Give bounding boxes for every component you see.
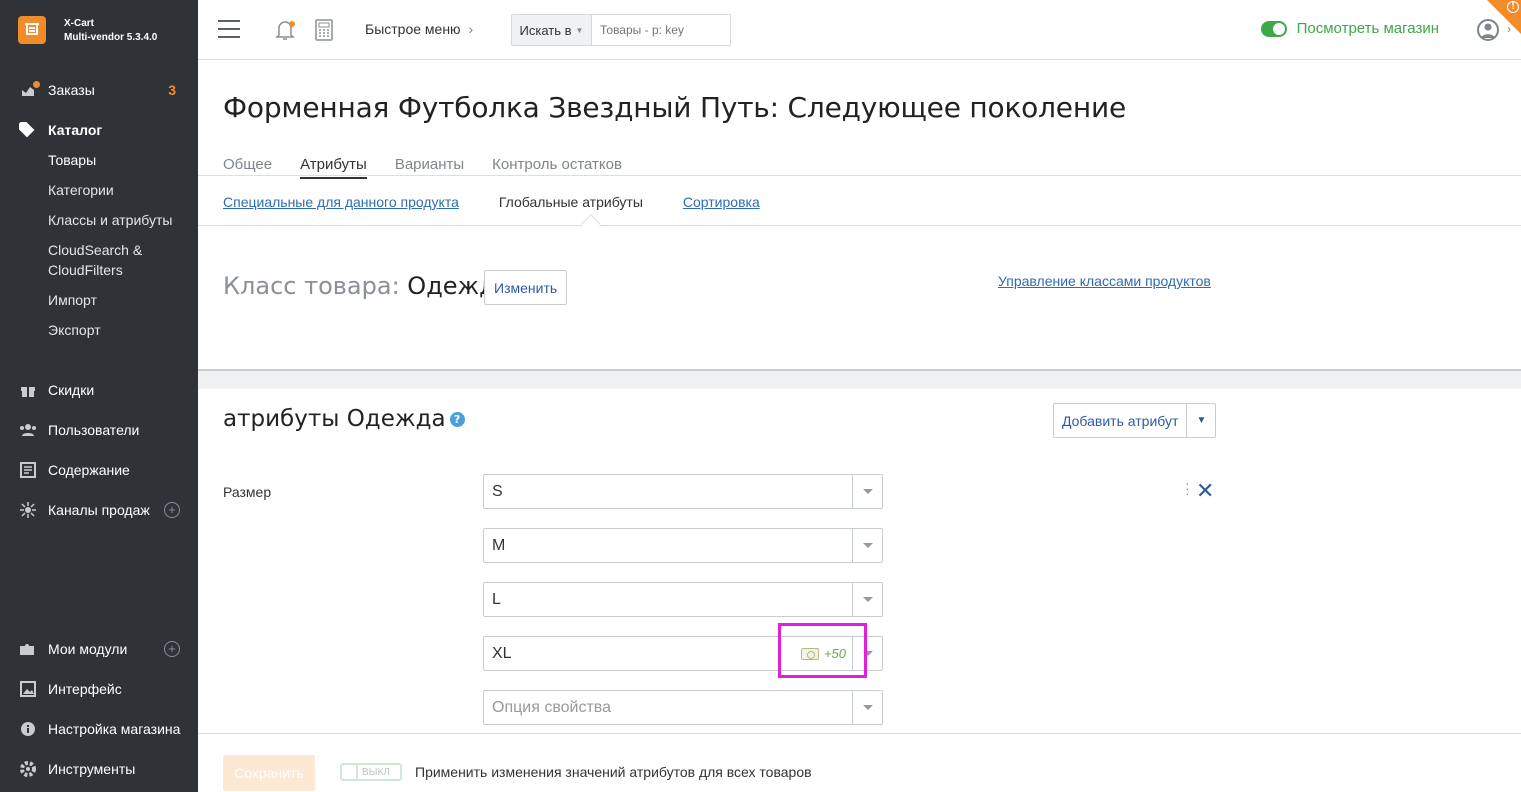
sidebar-item-label: Каталог (48, 122, 103, 138)
product-class-label: Класс товара: Одежда (223, 272, 511, 300)
sidebar-item-label: Настройка магазина (48, 721, 181, 737)
divider (198, 175, 1521, 176)
subtab-product-specific[interactable]: Специальные для данного продукта (223, 194, 459, 210)
change-class-button[interactable]: Изменить (484, 270, 568, 305)
main-content: Форменная Футболка Звездный Путь: Следую… (198, 61, 1521, 792)
apply-all-label: Применить изменения значений атрибутов д… (415, 764, 812, 780)
alert-icon[interactable]: ! (1507, 1, 1519, 13)
help-icon[interactable]: ? (449, 412, 465, 427)
sidebar-item-my-modules[interactable]: Мои модули + (0, 634, 198, 664)
calculator-icon[interactable] (314, 19, 334, 41)
sidebar-item-label: Содержание (48, 462, 130, 478)
attributes-section-title: атрибуты Одежда? (223, 406, 465, 432)
image-icon (18, 679, 38, 699)
quick-menu-button[interactable]: Быстрое меню › (365, 21, 473, 37)
sidebar-subitem-cloudsearch[interactable]: CloudSearch & CloudFilters (48, 240, 142, 280)
sticky-footer: Сохранить ВЫКЛ Применить изменения значе… (198, 733, 1521, 792)
drag-handle-icon[interactable]: · · · (1185, 476, 1190, 500)
sidebar-item-label: Мои модули (48, 641, 128, 657)
users-icon (18, 420, 38, 440)
gear-icon (18, 759, 38, 779)
search-input[interactable] (592, 15, 730, 45)
channels-icon (18, 500, 38, 520)
sidebar-item-label: Пользователи (48, 422, 140, 438)
orders-count-badge: 3 (168, 82, 176, 98)
store-toggle-icon (1260, 20, 1287, 37)
option-select-l[interactable]: L (483, 582, 883, 617)
sidebar-item-label: Инструменты (48, 761, 136, 777)
sidebar-item-content[interactable]: Содержание (0, 455, 198, 485)
bell-icon[interactable] (274, 18, 296, 42)
active-subtab-notch (581, 214, 601, 234)
sidebar-item-store-settings[interactable]: Настройка магазина (0, 714, 198, 744)
gift-icon (18, 380, 38, 400)
content-icon (18, 460, 38, 480)
xcart-logo-icon[interactable] (18, 16, 46, 44)
sidebar: X-Cart Multi-vendor 5.3.4.0 Заказы 3 Кат… (0, 0, 198, 792)
page-title: Форменная Футболка Звездный Путь: Следую… (223, 91, 1126, 124)
sidebar-item-sales-channels[interactable]: Каналы продаж + (0, 495, 198, 525)
search-scope-select[interactable]: Искать в ▼ (512, 15, 592, 45)
close-icon[interactable]: ✕ (1196, 478, 1214, 504)
add-channel-plus-icon[interactable]: + (164, 502, 180, 518)
caret-down-icon[interactable] (852, 583, 882, 616)
sidebar-item-label: Скидки (48, 382, 95, 398)
info-icon (18, 719, 38, 739)
chevron-right-icon: › (468, 21, 474, 37)
highlight-box (778, 623, 867, 678)
subtab-sorting[interactable]: Сортировка (683, 194, 760, 210)
notification-dot (33, 81, 40, 88)
option-select-new[interactable]: Опция свойства (483, 690, 883, 725)
app-name: X-Cart Multi-vendor 5.3.4.0 (64, 18, 158, 43)
sidebar-item-orders[interactable]: Заказы 3 (0, 75, 198, 105)
attribute-subtabs: Специальные для данного продукта Глобаль… (223, 194, 800, 210)
subtab-global[interactable]: Глобальные атрибуты (499, 194, 643, 210)
option-select-m[interactable]: M (483, 528, 883, 563)
add-attribute-button[interactable]: Добавить атрибут (1054, 404, 1188, 437)
section-separator (198, 369, 1521, 389)
sidebar-item-label: Каналы продаж (48, 502, 150, 518)
sidebar-item-interface[interactable]: Интерфейс (0, 674, 198, 704)
sidebar-subitem-products[interactable]: Товары (48, 150, 96, 170)
sidebar-item-catalog[interactable]: Каталог (0, 115, 198, 145)
apply-all-toggle[interactable]: ВЫКЛ (340, 763, 402, 781)
divider (198, 225, 1521, 226)
sidebar-subitem-classes[interactable]: Классы и атрибуты (48, 210, 172, 230)
sidebar-item-tools[interactable]: Инструменты (0, 754, 198, 784)
caret-down-icon[interactable]: ▼ (1187, 404, 1215, 437)
save-button[interactable]: Сохранить (223, 755, 315, 791)
sidebar-item-users[interactable]: Пользователи (0, 415, 198, 445)
tag-icon (18, 120, 38, 140)
sidebar-subitem-export[interactable]: Экспорт (48, 320, 101, 340)
caret-down-icon[interactable] (852, 691, 882, 724)
sidebar-item-discounts[interactable]: Скидки (0, 375, 198, 405)
top-bar: Быстрое меню › Искать в ▼ Посмотреть маг… (198, 0, 1521, 60)
hamburger-menu-icon[interactable] (218, 20, 240, 38)
caret-down-icon[interactable] (852, 475, 882, 508)
puzzle-icon (18, 639, 38, 659)
sidebar-item-label: Заказы (48, 82, 95, 98)
caret-down-icon: ▼ (575, 25, 584, 35)
search-bar: Искать в ▼ (511, 14, 731, 46)
option-select-s[interactable]: S (483, 474, 883, 509)
view-store-link[interactable]: Посмотреть магазин (1260, 20, 1439, 37)
sidebar-item-label: Интерфейс (48, 681, 122, 697)
caret-down-icon[interactable] (852, 529, 882, 562)
add-attribute-button-group: Добавить атрибут ▼ (1053, 403, 1217, 438)
sidebar-subitem-categories[interactable]: Категории (48, 180, 114, 200)
manage-classes-link[interactable]: Управление классами продуктов (998, 273, 1211, 289)
sidebar-subitem-import[interactable]: Импорт (48, 290, 97, 310)
add-module-plus-icon[interactable]: + (164, 641, 180, 657)
attribute-name: Размер (223, 484, 272, 500)
